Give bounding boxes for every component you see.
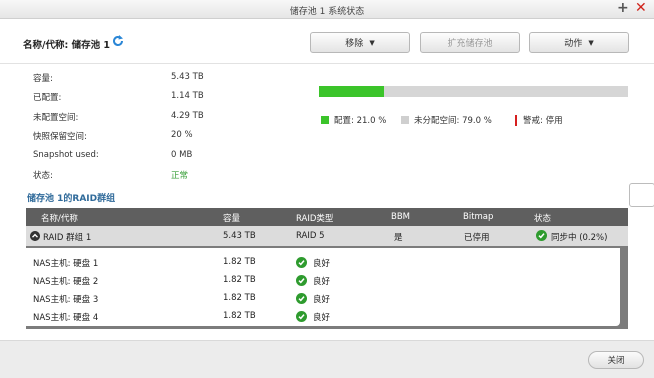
action-button[interactable]: 动作 ▼ — [529, 32, 629, 53]
info-row-snapshot-reserved: 快照保留空间: 20 % — [33, 130, 273, 148]
info-row-capacity: 容量: 5.43 TB — [33, 72, 273, 90]
legend-allocated-text: 配置: 21.0 % — [334, 116, 387, 126]
info-label: 快照保留空间: — [33, 132, 87, 143]
check-icon — [296, 275, 307, 286]
column-header-name[interactable]: 名称/代称 — [41, 212, 78, 224]
group-raid-type: RAID 5 — [296, 231, 325, 241]
column-header-status[interactable]: 状态 — [534, 212, 551, 224]
side-panel-handle[interactable] — [629, 183, 654, 207]
legend-warning-text: 警戒: 停用 — [523, 116, 563, 126]
group-bbm: 是 — [394, 233, 403, 243]
legend-unallocated-text: 未分配空间: 79.0 % — [414, 116, 492, 126]
check-icon — [536, 230, 547, 241]
info-label: 未配置空间: — [33, 112, 79, 123]
disk-list: NAS主机: 硬盘 1 1.82 TB 良好 NAS主机: 硬盘 2 1.82 … — [26, 248, 620, 326]
allocated-swatch — [321, 116, 329, 124]
disk-name: NAS主机: 硬盘 4 — [33, 313, 99, 323]
expand-pool-button-label: 扩充储存池 — [447, 39, 493, 49]
action-button-label: 动作 — [564, 39, 583, 49]
group-bitmap: 已停用 — [464, 233, 490, 243]
disk-name: NAS主机: 硬盘 3 — [33, 295, 99, 305]
info-value: 1.14 TB — [171, 91, 204, 102]
window-title: 储存池 1 系统状态 — [289, 7, 365, 17]
table-header: 名称/代称 容量 RAID类型 BBM Bitmap 状态 — [26, 208, 628, 226]
disk-capacity: 1.82 TB — [223, 257, 256, 267]
warning-marker — [515, 114, 517, 126]
table-row[interactable]: NAS主机: 硬盘 2 1.82 TB 良好 — [26, 272, 620, 290]
info-label: Snapshot used: — [33, 149, 99, 160]
info-row-status: 状态: 正常 — [33, 169, 273, 187]
table-row[interactable]: NAS主机: 硬盘 4 1.82 TB 良好 — [26, 308, 620, 326]
table-row[interactable]: NAS主机: 硬盘 3 1.82 TB 良好 — [26, 290, 620, 308]
info-label: 容量: — [33, 74, 53, 84]
column-header-bbm[interactable]: BBM — [391, 212, 410, 222]
disk-name: NAS主机: 硬盘 1 — [33, 259, 99, 269]
column-header-raid-type[interactable]: RAID类型 — [296, 212, 333, 224]
group-capacity: 5.43 TB — [223, 231, 256, 241]
close-button[interactable]: 关闭 — [588, 351, 644, 369]
chevron-down-icon: ▼ — [369, 38, 375, 47]
info-value: 0 MB — [171, 149, 193, 160]
disk-capacity: 1.82 TB — [223, 275, 256, 285]
table-row[interactable]: NAS主机: 硬盘 1 1.82 TB 良好 — [26, 254, 620, 272]
usage-bar-fill — [319, 86, 384, 97]
plus-icon[interactable]: + — [617, 0, 629, 17]
info-row-allocated: 已配置: 1.14 TB — [33, 91, 273, 109]
column-header-bitmap[interactable]: Bitmap — [463, 212, 493, 222]
unallocated-swatch — [401, 116, 409, 124]
check-icon — [296, 293, 307, 304]
remove-button[interactable]: 移除 ▼ — [310, 32, 410, 53]
info-value: 20 % — [171, 130, 193, 141]
check-icon — [296, 311, 307, 322]
dialog-footer: 关闭 — [0, 340, 654, 378]
pool-name-label: 名称/代称: 储存池 1 — [23, 40, 110, 51]
group-name: RAID 群组 1 — [43, 233, 92, 243]
chevron-down-icon: ▼ — [588, 38, 594, 47]
raid-group-row[interactable]: RAID 群组 1 5.43 TB RAID 5 是 已停用 同步中 (0.2%… — [26, 226, 628, 246]
close-icon[interactable]: ✕ — [635, 0, 647, 17]
legend-allocated: 配置: 21.0 % — [321, 114, 386, 126]
raid-group-table: 名称/代称 容量 RAID类型 BBM Bitmap 状态 RAID 群组 1 … — [26, 208, 628, 329]
legend-warning: 警戒: 停用 — [515, 114, 563, 126]
disk-name: NAS主机: 硬盘 2 — [33, 277, 99, 287]
remove-button-label: 移除 — [345, 39, 364, 49]
pool-header: 名称/代称: 储存池 1 移除 ▼ 扩充储存池 动作 ▼ — [0, 22, 654, 64]
info-value: 4.29 TB — [171, 110, 204, 121]
refresh-icon[interactable] — [111, 34, 125, 48]
storage-pool-status-dialog: 储存池 1 系统状态 + ✕ 名称/代称: 储存池 1 移除 ▼ 扩充储存池 动… — [0, 0, 654, 378]
disk-capacity: 1.82 TB — [223, 293, 256, 303]
info-label: 已配置: — [33, 93, 62, 104]
expand-pool-button[interactable]: 扩充储存池 — [420, 32, 520, 53]
title-bar: 储存池 1 系统状态 + ✕ — [0, 0, 654, 19]
disk-status: 良好 — [313, 259, 331, 269]
disk-capacity: 1.82 TB — [223, 311, 256, 321]
info-label: 状态: — [33, 171, 53, 181]
check-icon — [296, 257, 307, 268]
column-header-capacity[interactable]: 容量 — [223, 212, 240, 224]
collapse-icon[interactable] — [30, 231, 40, 241]
disk-status: 良好 — [313, 295, 331, 305]
status-value: 正常 — [171, 171, 189, 181]
usage-bar — [319, 86, 628, 97]
legend-unallocated: 未分配空间: 79.0 % — [401, 114, 492, 126]
disk-status: 良好 — [313, 277, 331, 287]
info-row-unallocated: 未配置空间: 4.29 TB — [33, 111, 273, 129]
info-value: 5.43 TB — [171, 72, 204, 82]
disk-status: 良好 — [313, 313, 331, 323]
group-status: 同步中 (0.2%) — [551, 233, 608, 243]
info-row-snapshot-used: Snapshot used: 0 MB — [33, 150, 273, 168]
raid-section-title: 储存池 1的RAID群组 — [27, 194, 116, 204]
